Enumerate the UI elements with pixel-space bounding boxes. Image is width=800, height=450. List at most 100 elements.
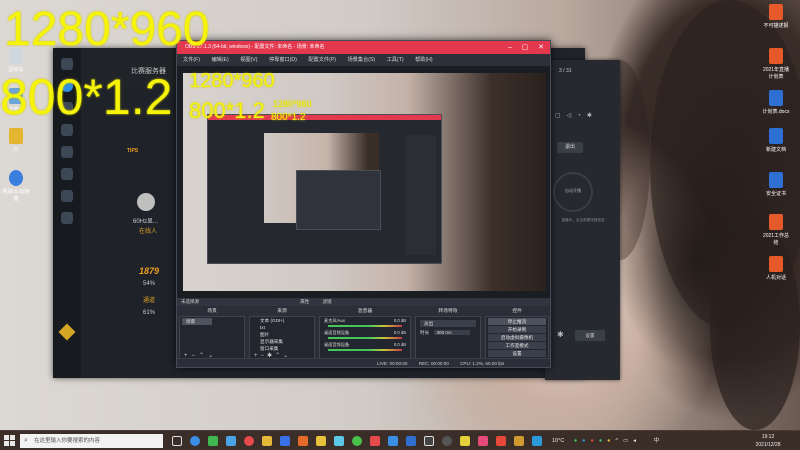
taskbar-app-icon[interactable]	[190, 436, 200, 446]
source-row[interactable]: 文本 (GDI+)	[250, 317, 314, 324]
wechat-icon[interactable]: ●	[574, 438, 582, 444]
studio-mode-button[interactable]: 工作室模式	[488, 342, 546, 349]
menu-help[interactable]: 帮助(H)	[415, 57, 433, 63]
taskbar-app-icon[interactable]	[406, 436, 416, 446]
tray-app-icon[interactable]: ●	[590, 438, 598, 444]
menu-profile[interactable]: 配置文件(P)	[308, 57, 336, 63]
desktop-icon-right-3[interactable]: 计划表.docx	[762, 90, 790, 115]
sources-dock: 文本 (GDI+) txt 图片 显示器采集 窗口采集 +−✱⌃⌄	[249, 316, 315, 362]
panel-gear-icon[interactable]: ✱	[557, 330, 564, 339]
live-timer: LIVE: 00:00:00	[377, 361, 408, 366]
taskbar-app-icon[interactable]	[226, 436, 236, 446]
desktop-icon-label: 人机对话	[765, 275, 786, 281]
user-label: 60Hz显...	[133, 219, 159, 225]
transitions-dock-title: 转场特效	[438, 309, 458, 314]
page-counter: 3 / 31	[559, 68, 572, 74]
sidebar-icon[interactable]	[61, 146, 73, 158]
desktop-icon-uu[interactable]: 网易UU加速器	[2, 170, 30, 202]
taskbar-app-icon[interactable]	[208, 436, 218, 446]
menu-tools[interactable]: 工具(T)	[387, 57, 404, 63]
source-row[interactable]: 窗口采集	[250, 345, 314, 352]
virtual-camera-button[interactable]: 启动虚拟摄像机	[488, 334, 546, 341]
sidebar-icon[interactable]	[61, 124, 73, 136]
desktop-icon-right-4[interactable]: 新建文档	[762, 128, 790, 153]
taskbar-app-icon[interactable]	[460, 436, 470, 446]
channel-db: 0.0 dB	[393, 330, 406, 335]
taskbar-app-icon[interactable]	[496, 436, 506, 446]
mixer-dock-title: 混音器	[357, 309, 373, 314]
tray-app-icon[interactable]: ●	[599, 438, 607, 444]
auto-live-circle[interactable]: 自动开播	[553, 172, 593, 212]
source-name: 文本 (GDI+)	[260, 318, 285, 323]
sidebar-icon[interactable]	[61, 212, 73, 224]
duration-input[interactable]: 300 ms	[434, 330, 471, 335]
taskbar-app-icon[interactable]	[352, 436, 362, 446]
menu-file[interactable]: 文件(F)	[183, 57, 200, 63]
volume-icon[interactable]: ◂	[633, 438, 641, 444]
taskbar-search-input[interactable]: ⌕ 在这里输入你要搜索的内容	[20, 434, 163, 448]
rec-timer: REC: 00:00:00	[418, 361, 449, 366]
source-row[interactable]: txt	[250, 324, 314, 331]
panel-settings-button[interactable]: 设置	[575, 330, 605, 341]
taskbar-app-icon[interactable]	[388, 436, 398, 446]
source-name: 图片	[260, 332, 270, 337]
desktop-icon-right-5[interactable]: 安全证书	[762, 172, 790, 197]
nested2-overlay-line1: 1280*960	[273, 99, 312, 109]
menu-view[interactable]: 视图(V)	[240, 57, 257, 63]
menu-docks[interactable]: 停靠窗口(D)	[269, 57, 297, 63]
right-side-panel[interactable]: 3 / 31 ▢◁◔✱ 退出 自动开播 直播中，点击查看详细信息 ✱ 设置	[545, 60, 620, 380]
taskbar-app-icon[interactable]	[424, 436, 434, 446]
properties-button[interactable]: 属性	[300, 299, 309, 304]
source-row[interactable]: 显示器采集	[250, 338, 314, 345]
network-icon[interactable]: ▭	[623, 438, 633, 444]
menu-edit[interactable]: 编辑(E)	[211, 57, 228, 63]
windows-start-icon[interactable]	[4, 435, 15, 446]
share-icon[interactable]: ◁	[567, 113, 578, 119]
taskbar-clock[interactable]: 19:12 2021/12/28	[746, 433, 790, 449]
lock-icon[interactable]: ▢	[555, 113, 567, 119]
start-recording-button[interactable]: 开始录制	[488, 326, 546, 333]
source-name: 窗口采集	[260, 346, 279, 351]
taskbar-app-icon[interactable]	[280, 436, 290, 446]
bell-icon[interactable]: ◔	[577, 113, 587, 119]
obs-preview[interactable]: 1280*960 800*1.2 1280*960 800*1.2	[177, 66, 550, 298]
avatar[interactable]	[137, 193, 155, 211]
taskbar-app-icon[interactable]	[514, 436, 524, 446]
filters-button[interactable]: 滤镜	[323, 299, 332, 304]
obs-titlebar[interactable]: OBS 27.1.3 (64-bit, windows) - 配置文件: 未命名…	[177, 41, 550, 54]
minimize-icon[interactable]: –	[502, 41, 518, 54]
maximize-icon[interactable]: ▢	[517, 41, 533, 54]
taskbar-app-icon[interactable]	[298, 436, 308, 446]
settings-button[interactable]: 设置	[488, 350, 546, 357]
obs-window[interactable]: OBS 27.1.3 (64-bit, windows) - 配置文件: 未命名…	[176, 40, 551, 368]
desktop-icon-right-2[interactable]: 2021年直播计划表	[762, 48, 790, 80]
taskbar-app-icon[interactable]	[316, 436, 326, 446]
taskbar-app-icon[interactable]	[370, 436, 380, 446]
task-view-icon[interactable]	[172, 436, 182, 446]
transition-select[interactable]: 淡出	[420, 320, 476, 327]
weather-temp[interactable]: 10°C	[552, 438, 564, 444]
stop-stream-button[interactable]: 停止推流	[488, 318, 546, 325]
desktop-icon-yy[interactable]: yy	[2, 128, 30, 152]
taskbar-app-icon[interactable]	[442, 436, 452, 446]
scene-item[interactable]: 场景	[182, 318, 212, 325]
taskbar-app-icon[interactable]	[532, 436, 542, 446]
sources-dock-title: 来源	[277, 309, 287, 314]
desktop-icon-right-7[interactable]: 人机对话	[762, 256, 790, 281]
gear-icon[interactable]: ✱	[587, 113, 598, 119]
close-icon[interactable]: ✕	[533, 41, 549, 54]
sidebar-icon[interactable]	[61, 190, 73, 202]
mixer-channel: 麦克风/Aux 0.0 dB	[320, 317, 410, 329]
chevron-up-icon[interactable]: ^	[615, 438, 623, 444]
taskbar-app-icon[interactable]	[478, 436, 488, 446]
sidebar-icon[interactable]	[61, 168, 73, 180]
ime-indicator[interactable]: 中	[654, 438, 660, 444]
menu-scene-collection[interactable]: 场景集合(S)	[347, 57, 375, 63]
taskbar-app-icon[interactable]	[262, 436, 272, 446]
exit-button[interactable]: 退出	[557, 142, 583, 153]
taskbar-app-icon[interactable]	[334, 436, 344, 446]
source-row[interactable]: 图片	[250, 331, 314, 338]
desktop-icon-right-1[interactable]: 不可描述报	[762, 4, 790, 29]
desktop-icon-right-6[interactable]: 2021工作总结	[762, 214, 790, 246]
taskbar-app-icon[interactable]	[244, 436, 254, 446]
